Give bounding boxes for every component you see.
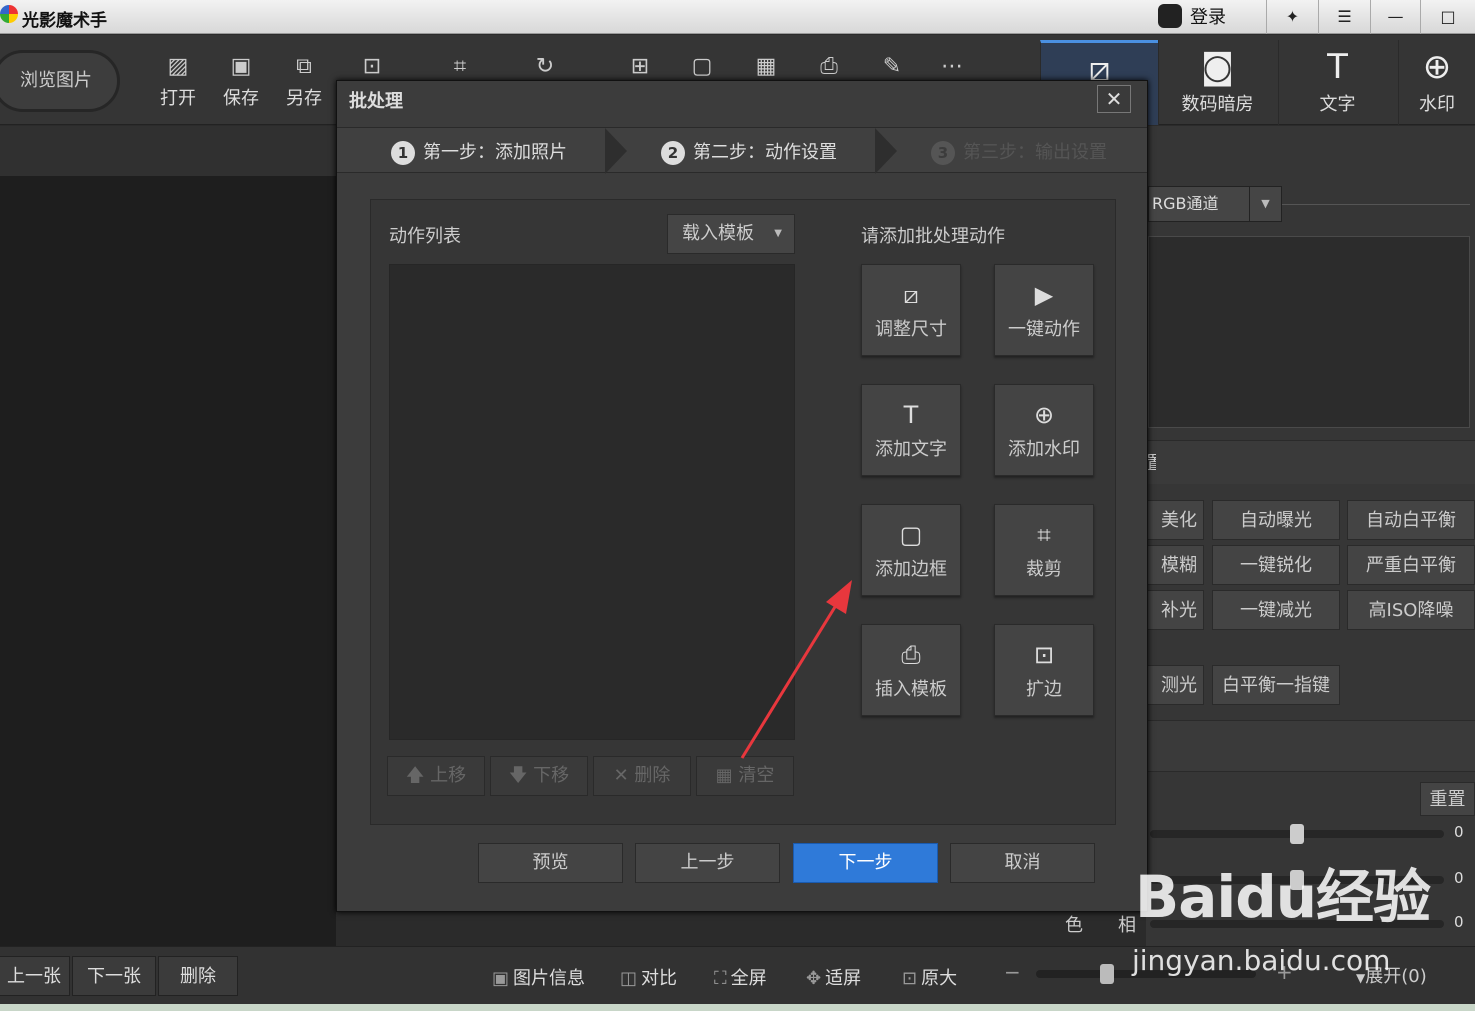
baidu-watermark-url: jingyan.baidu.com <box>1132 944 1391 977</box>
arrow-head <box>826 580 852 614</box>
arrow-shaft <box>740 601 840 759</box>
baidu-watermark: Baidu经验 <box>1135 863 1431 931</box>
